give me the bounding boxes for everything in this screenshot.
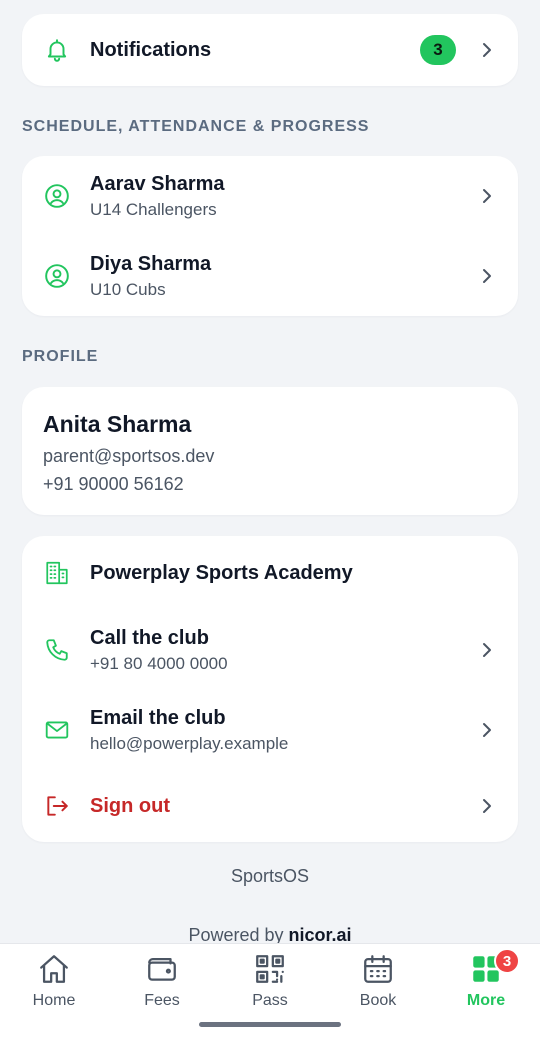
tab-label: Pass: [252, 992, 288, 1009]
email-club-row[interactable]: Email the club hello@powerplay.example: [22, 690, 518, 770]
child-team: U14 Challengers: [90, 199, 217, 219]
chevron-right-icon: [483, 189, 491, 203]
email-club-label: Email the club: [90, 706, 226, 729]
tab-label: Home: [32, 992, 76, 1009]
sign-out-row[interactable]: Sign out: [22, 770, 518, 842]
powered-by-prefix: Powered by: [188, 925, 284, 945]
tab-pass[interactable]: Pass: [216, 952, 324, 1010]
logout-icon: [44, 793, 70, 819]
phone-icon: [44, 637, 70, 663]
chevron-right-icon: [483, 269, 491, 283]
children-card: Aarav Sharma U14 Challengers Diya Sharma…: [22, 156, 518, 316]
child-name: Diya Sharma: [90, 252, 212, 275]
profile-card: Anita Sharma parent@sportsos.dev +91 900…: [22, 387, 518, 515]
calendar-icon: [364, 955, 392, 983]
call-club-row[interactable]: Call the club +91 80 4000 0000: [22, 610, 518, 690]
child-name: Aarav Sharma: [90, 172, 225, 195]
call-club-label: Call the club: [90, 626, 209, 649]
profile-name: Anita Sharma: [43, 411, 192, 437]
more-tab-badge: 3: [494, 948, 520, 974]
footer-brand: SportsOS: [230, 866, 310, 886]
tab-book[interactable]: Book: [324, 952, 432, 1010]
qr-code-icon: [256, 955, 284, 983]
home-indicator: [199, 1022, 341, 1027]
sign-out-label: Sign out: [90, 794, 170, 817]
chevron-right-icon: [483, 723, 491, 737]
tab-home[interactable]: Home: [0, 952, 108, 1010]
profile-section-heading: PROFILE: [22, 348, 99, 365]
home-icon: [40, 955, 68, 983]
notifications-count-badge: 3: [420, 35, 456, 65]
profile-phone: +91 90000 56162: [43, 474, 184, 494]
child-team: U10 Cubs: [90, 279, 166, 299]
tab-more[interactable]: 3 More: [432, 948, 540, 1010]
user-circle-icon: [44, 183, 70, 209]
tab-label: More: [466, 992, 506, 1009]
building-icon: [44, 560, 70, 586]
club-name: Powerplay Sports Academy: [90, 561, 353, 584]
child-row[interactable]: Aarav Sharma U14 Challengers: [22, 156, 518, 236]
chevron-right-icon: [483, 43, 491, 57]
notifications-label: Notifications: [90, 38, 212, 61]
email-club-address: hello@powerplay.example: [90, 733, 289, 753]
club-card: Powerplay Sports Academy Call the club +…: [22, 536, 518, 842]
call-club-number: +91 80 4000 0000: [90, 653, 228, 673]
powered-by-brand[interactable]: nicor.ai: [289, 925, 352, 945]
chevron-right-icon: [483, 643, 491, 657]
user-circle-icon: [44, 263, 70, 289]
club-name-row: Powerplay Sports Academy: [22, 536, 518, 610]
chevron-right-icon: [483, 799, 491, 813]
schedule-section-heading: SCHEDULE, ATTENDANCE & PROGRESS: [22, 118, 370, 135]
wallet-icon: [148, 957, 176, 981]
notifications-row[interactable]: Notifications 3: [22, 14, 518, 86]
tab-fees[interactable]: Fees: [108, 952, 216, 1010]
mail-icon: [44, 717, 70, 743]
notifications-card[interactable]: Notifications 3: [22, 14, 518, 86]
profile-email: parent@sportsos.dev: [43, 446, 215, 466]
child-row[interactable]: Diya Sharma U10 Cubs: [22, 236, 518, 316]
bell-icon: [44, 37, 70, 63]
tab-label: Book: [359, 992, 397, 1009]
tab-label: Fees: [144, 992, 180, 1009]
